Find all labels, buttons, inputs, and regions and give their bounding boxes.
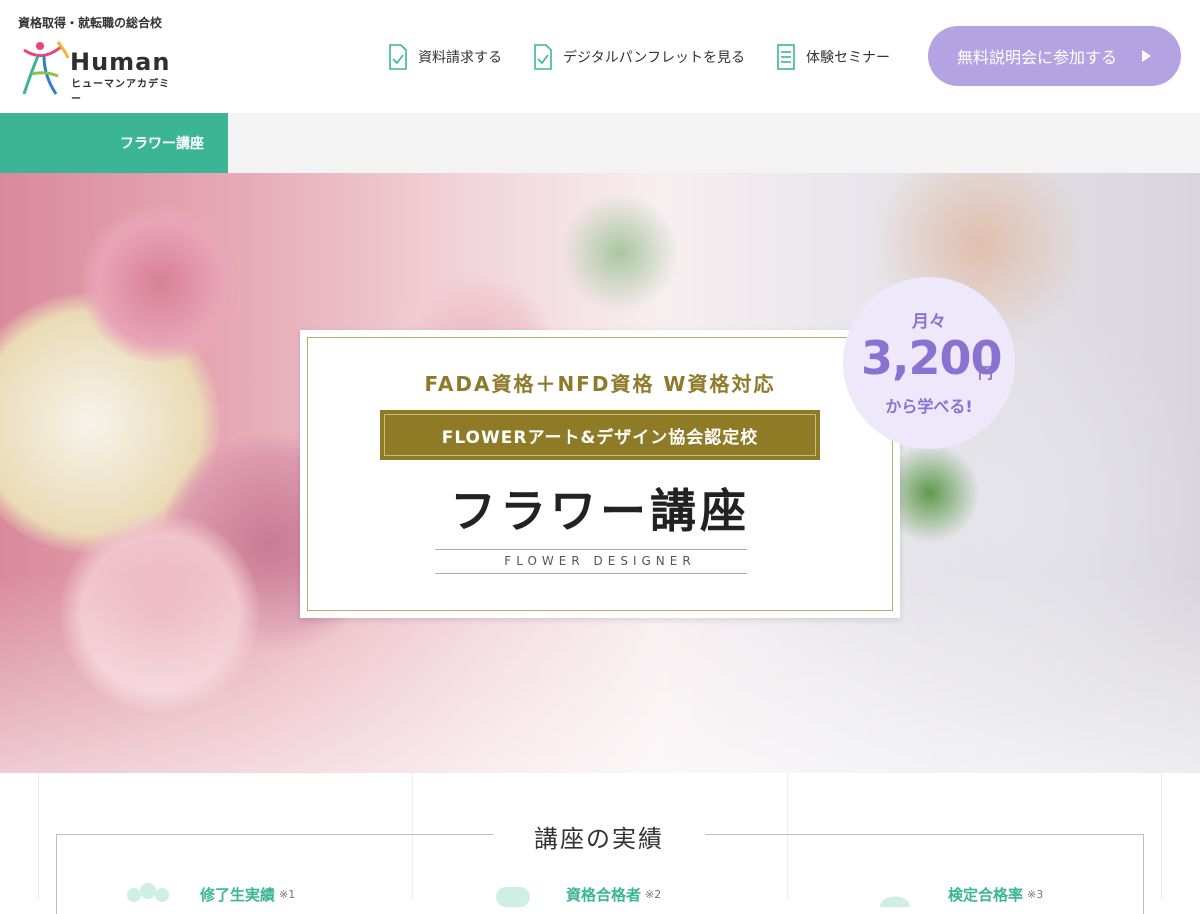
people-icon xyxy=(127,883,169,902)
stat-label: 資格合格者 xyxy=(566,885,642,904)
course-results-section: 講座の実績 修了生実績 ※1 資格合格者 ※2 検定合格率 ※3 xyxy=(0,773,1200,914)
course-title: フラワー講座 xyxy=(450,484,750,538)
stat-label: 検定合格率 xyxy=(948,885,1024,904)
course-title-english: FLOWER DESIGNER xyxy=(504,554,696,568)
site-header: 資格取得・就転職の総合校 Human ヒューマンアカデミー 資料請求する デジタ… xyxy=(0,0,1200,113)
card-subtitle: FADA資格＋NFD資格 W資格対応 xyxy=(424,372,776,396)
tab-flower-course[interactable]: フラワー講座 xyxy=(0,113,228,173)
stat-label: 修了生実績 xyxy=(200,885,276,904)
nav-label: 資料請求する xyxy=(418,50,502,66)
price-badge: 月々 3,200 円 から学べる! xyxy=(843,277,1015,449)
price-suffix: から学べる! xyxy=(885,397,973,416)
nav-item-seminar[interactable]: 体験セミナー xyxy=(776,44,890,70)
cta-label: 無料説明会に参加する xyxy=(957,48,1118,67)
results-title: 講座の実績 xyxy=(493,819,705,854)
logo-wordmark: Human xyxy=(70,48,171,76)
free-info-session-button[interactable]: 無料説明会に参加する xyxy=(928,26,1181,86)
stat-certified: 資格合格者 ※2 xyxy=(488,881,661,907)
medal-icon xyxy=(880,896,910,907)
card-certification-band: FLOWERアート&デザイン協会認定校 xyxy=(380,410,820,460)
column-divider xyxy=(1161,773,1162,900)
stat-note: ※2 xyxy=(645,887,662,901)
course-title-card: FADA資格＋NFD資格 W資格対応 FLOWERアート&デザイン協会認定校 フ… xyxy=(300,330,900,618)
nav-trial-seminar[interactable]: 体験セミナー xyxy=(776,42,890,72)
column-divider xyxy=(38,773,39,900)
price-unit: 円 xyxy=(978,364,994,382)
divider xyxy=(435,573,747,574)
hero-banner: FADA資格＋NFD資格 W資格対応 FLOWERアート&デザイン協会認定校 フ… xyxy=(0,173,1200,773)
stat-note: ※1 xyxy=(279,887,296,901)
logo-subtitle: ヒューマンアカデミー xyxy=(71,79,170,105)
stat-note: ※3 xyxy=(1027,887,1044,901)
certificate-icon xyxy=(496,887,530,907)
divider xyxy=(435,549,747,550)
nav-item-pamphlet[interactable]: デジタルパンフレットを見る xyxy=(533,44,745,70)
stat-pass-rate: 検定合格率 ※3 xyxy=(870,881,1043,907)
nav-digital-pamphlet[interactable]: デジタルパンフレットを見る xyxy=(533,42,745,72)
logo[interactable]: Human ヒューマンアカデミー xyxy=(18,36,178,105)
flower-decoration xyxy=(80,203,240,363)
leaf-decoration xyxy=(560,193,680,313)
document-icon xyxy=(389,44,407,70)
nav-label: 体験セミナー xyxy=(806,50,890,66)
sub-navigation: フラワー講座 xyxy=(0,113,1200,173)
site-tagline: 資格取得・就転職の総合校 xyxy=(18,16,163,30)
stat-graduates: 修了生実績 ※1 xyxy=(122,881,295,907)
nav-item-request[interactable]: 資料請求する xyxy=(388,44,502,70)
list-icon xyxy=(777,44,795,70)
price-prefix: 月々 xyxy=(912,312,946,332)
human-logo-icon xyxy=(22,41,70,95)
pamphlet-icon xyxy=(534,44,552,70)
play-arrow-icon xyxy=(1142,50,1151,62)
nav-label: デジタルパンフレットを見る xyxy=(563,50,745,66)
nav-request-materials[interactable]: 資料請求する xyxy=(388,42,502,72)
